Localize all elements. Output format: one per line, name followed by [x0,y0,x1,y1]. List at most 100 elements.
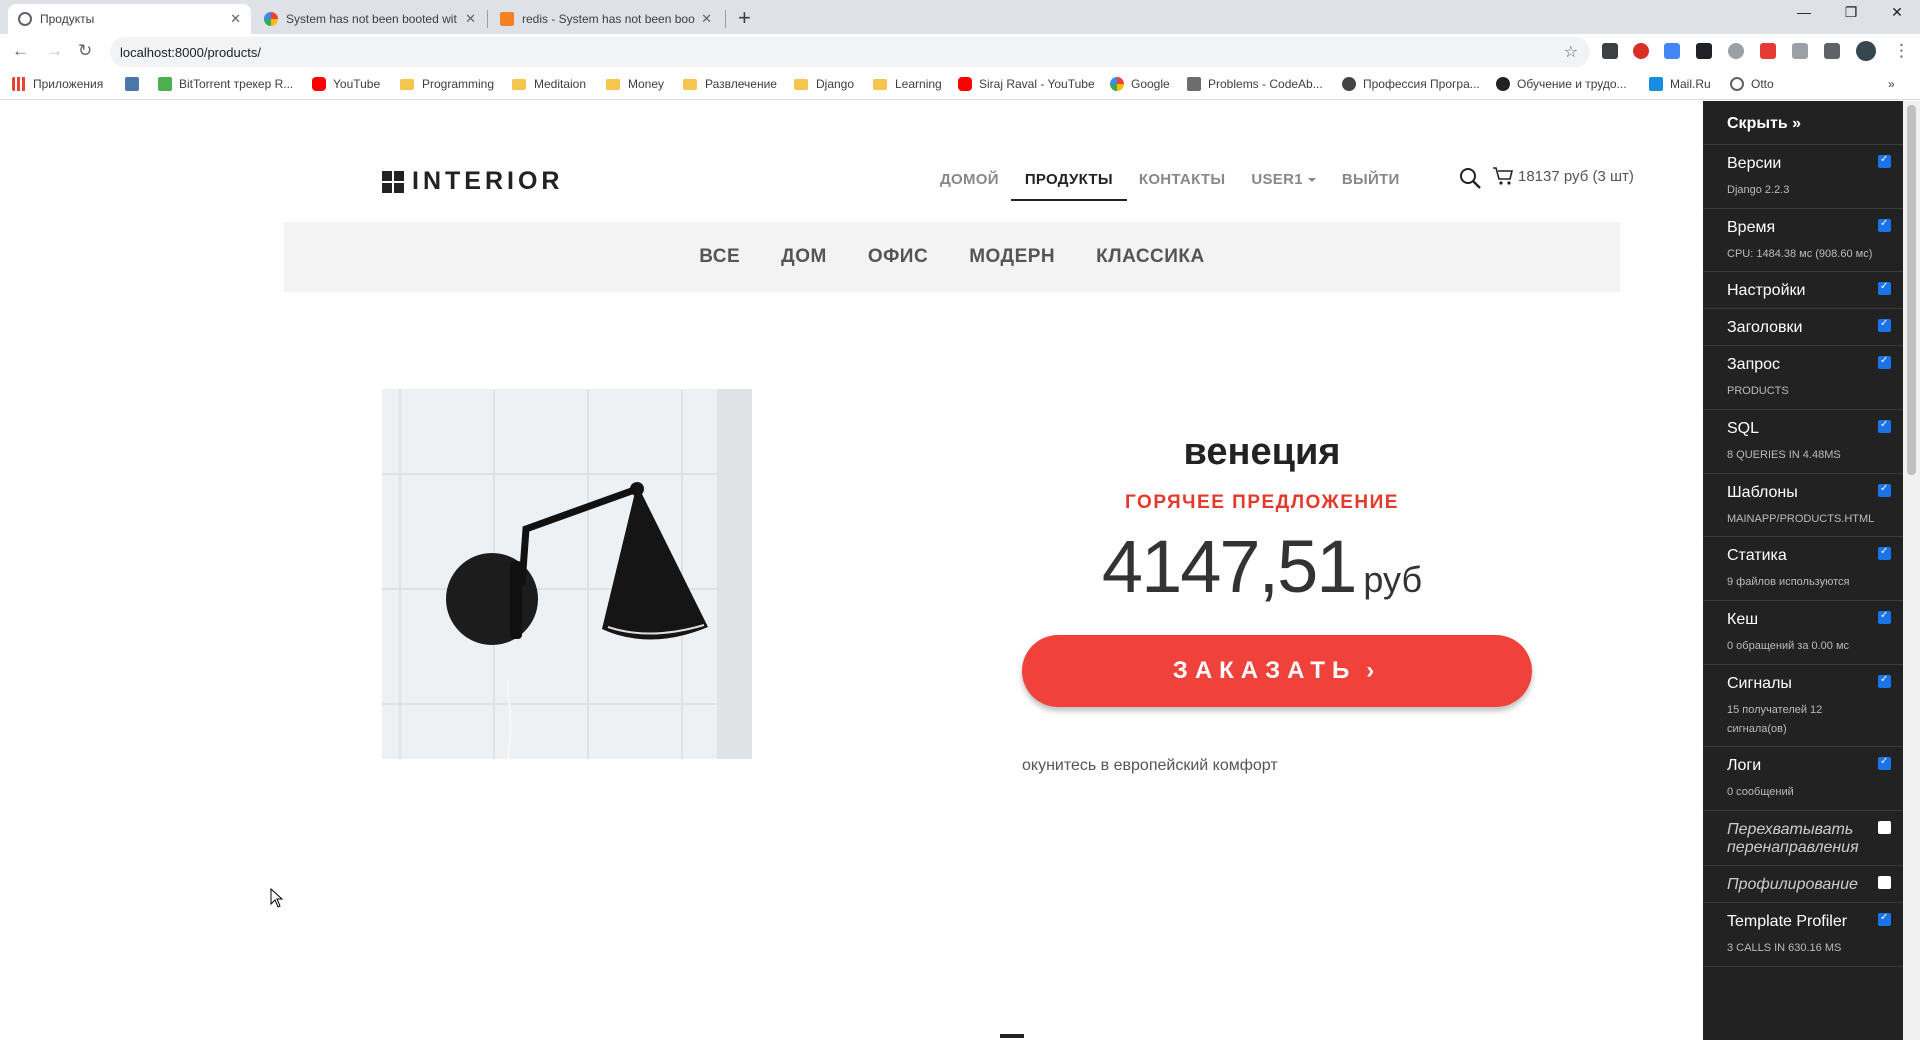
category-all[interactable]: ВСЕ [699,246,740,268]
panel-toggle-checkbox[interactable] [1878,546,1891,561]
bookmark-meditaion[interactable]: Meditaion [512,77,586,91]
bookmark-bittorrent[interactable]: BitTorrent трекер R... [158,77,293,91]
tab-title: Продукты [40,12,95,26]
nav-products[interactable]: ПРОДУКТЫ [1010,171,1127,201]
bookmark-money[interactable]: Money [606,77,664,91]
extension-icon[interactable] [1728,43,1744,59]
category-classic[interactable]: КЛАССИКА [1096,246,1205,268]
debug-panel[interactable]: Запрос PRODUCTS [1703,346,1903,411]
debug-panel[interactable]: Кеш 0 обращений за 0.00 мс [1703,601,1903,665]
nav-logout[interactable]: ВЫЙТИ [1342,171,1400,200]
debug-panel[interactable]: Шаблоны MAINAPP/PRODUCTS.HTML [1703,474,1903,538]
bookmark-siraj[interactable]: Siraj Raval - YouTube [958,77,1095,91]
panel-toggle-checkbox[interactable] [1878,875,1891,889]
panel-toggle-checkbox[interactable] [1878,820,1891,834]
bookmark-label: Siraj Raval - YouTube [979,77,1095,91]
bookmark-programming[interactable]: Programming [400,77,494,91]
debug-panel-subtitle: PRODUCTS [1727,385,1789,398]
bookmark-entertainment[interactable]: Развлечение [683,77,777,91]
debug-panel-subtitle: 3 CALLS IN 630.16 MS [1727,941,1842,954]
adblock-icon[interactable] [1633,43,1649,59]
nav-home[interactable]: ДОМОЙ [940,171,999,200]
bookmarks-more-button[interactable]: » [1888,77,1895,91]
bookmark-apps[interactable]: Приложения [12,77,103,91]
youtube-ext-icon[interactable] [1760,43,1776,59]
translate-icon[interactable] [1664,43,1680,59]
menu-icon[interactable]: ⋮ [1893,41,1910,61]
bookmark-mailru[interactable]: Mail.Ru [1649,77,1711,91]
scrollbar-thumb[interactable] [1907,105,1916,475]
panel-toggle-checkbox[interactable] [1878,419,1891,434]
debug-panel[interactable]: Настройки [1703,272,1903,310]
bookmark-label: Mail.Ru [1670,77,1711,91]
close-icon[interactable]: ✕ [230,11,241,27]
debug-panel-subtitle: MAINAPP/PRODUCTS.HTML [1727,512,1875,525]
panel-toggle-checkbox[interactable] [1878,674,1891,688]
puzzle-icon[interactable] [1824,43,1840,59]
debug-panel[interactable]: Статика 9 файлов используются [1703,537,1903,602]
back-icon[interactable]: ← [12,41,29,61]
tab-system-booted[interactable]: System has not been booted wit ✕ [254,4,486,34]
debug-panel[interactable]: Версии Django 2.2.3 [1703,145,1903,209]
close-window-icon[interactable]: ✕ [1882,4,1912,21]
debug-panel[interactable]: Template Profiler 3 CALLS IN 630.16 MS [1703,903,1903,967]
bookmark-vk[interactable] [125,77,146,91]
notion-icon[interactable] [1696,43,1712,59]
forward-icon[interactable]: → [46,41,63,61]
debug-panel[interactable]: SQL 8 QUERIES IN 4.48MS [1703,410,1903,474]
url-text[interactable]: localhost:8000/products/ [120,45,261,60]
debug-panel[interactable]: Заголовки [1703,309,1903,347]
panel-toggle-checkbox[interactable] [1878,483,1891,497]
product-description: окунитесь в европейский комфорт [1022,757,1278,774]
panel-toggle-checkbox[interactable] [1878,318,1891,333]
extension-icon[interactable] [1792,43,1808,59]
address-bar[interactable]: i localhost:8000/products/ ☆ [110,37,1590,381]
page-content: INTERIOR ДОМОЙ ПРОДУКТЫ КОНТАКТЫ USER1 В… [0,101,1703,1040]
bookmark-otto[interactable]: Otto [1730,77,1774,91]
bookmark-django[interactable]: Django [794,77,854,91]
category-modern[interactable]: МОДЕРН [969,246,1055,268]
bookmark-google[interactable]: Google [1110,77,1170,91]
extension-icon[interactable] [1602,43,1618,59]
panel-toggle-checkbox[interactable] [1878,756,1891,771]
nav-contacts[interactable]: КОНТАКТЫ [1139,171,1225,200]
hide-toolbar-button[interactable]: Скрыть » [1703,101,1903,145]
nav-user-menu[interactable]: USER1 [1251,171,1316,200]
tab-products[interactable]: Продукты ✕ [8,4,251,34]
bookmark-profession[interactable]: Профессия Програ... [1342,77,1480,91]
star-icon[interactable]: ☆ [1564,42,1578,62]
bookmark-learning-work[interactable]: Обучение и трудо... [1496,77,1627,91]
debug-panel[interactable]: Профилирование [1703,866,1903,903]
browser-toolbar: ← → ↻ i localhost:8000/products/ ☆ ⋮ [0,34,1920,381]
close-icon[interactable]: ✕ [465,11,476,27]
reload-icon[interactable]: ↻ [78,41,92,61]
category-office[interactable]: ОФИС [868,246,928,268]
bookmark-learning[interactable]: Learning [873,77,942,91]
debug-panel[interactable]: Логи 0 сообщений [1703,747,1903,811]
panel-toggle-checkbox[interactable] [1878,355,1891,370]
close-icon[interactable]: ✕ [701,11,712,27]
panel-toggle-checkbox[interactable] [1878,154,1891,168]
new-tab-button[interactable]: + [738,5,751,31]
debug-panel[interactable]: Перехватывать перенаправления [1703,811,1903,866]
main-nav: ДОМОЙ ПРОДУКТЫ КОНТАКТЫ USER1 ВЫЙТИ [940,171,1400,201]
site-logo[interactable]: INTERIOR [382,167,563,196]
debug-panel-subtitle: 8 QUERIES IN 4.48MS [1727,449,1841,462]
avatar[interactable] [1856,41,1876,61]
panel-toggle-checkbox[interactable] [1878,218,1891,232]
debug-panel[interactable]: Время CPU: 1484.38 мс (908.60 мс) [1703,209,1903,273]
tab-redis[interactable]: redis - System has not been boo ✕ [490,4,722,34]
restore-icon[interactable]: ❐ [1836,4,1866,21]
category-home[interactable]: ДОМ [781,246,827,268]
minimize-icon[interactable]: — [1789,4,1819,20]
cart-link[interactable]: 18137 руб (3 шт) [1492,165,1634,187]
panel-toggle-checkbox[interactable] [1878,610,1891,625]
search-icon[interactable] [1459,167,1481,189]
panel-toggle-checkbox[interactable] [1878,912,1891,926]
bookmark-youtube[interactable]: YouTube [312,77,380,91]
page-scrollbar[interactable] [1903,101,1920,1040]
bookmark-codeabbey[interactable]: Problems - CodeAb... [1187,77,1323,91]
order-button[interactable]: ЗАКАЗАТЬ › [1022,635,1532,707]
panel-toggle-checkbox[interactable] [1878,281,1891,296]
debug-panel[interactable]: Сигналы 15 получателей 12 сигнала(ов) [1703,665,1903,748]
